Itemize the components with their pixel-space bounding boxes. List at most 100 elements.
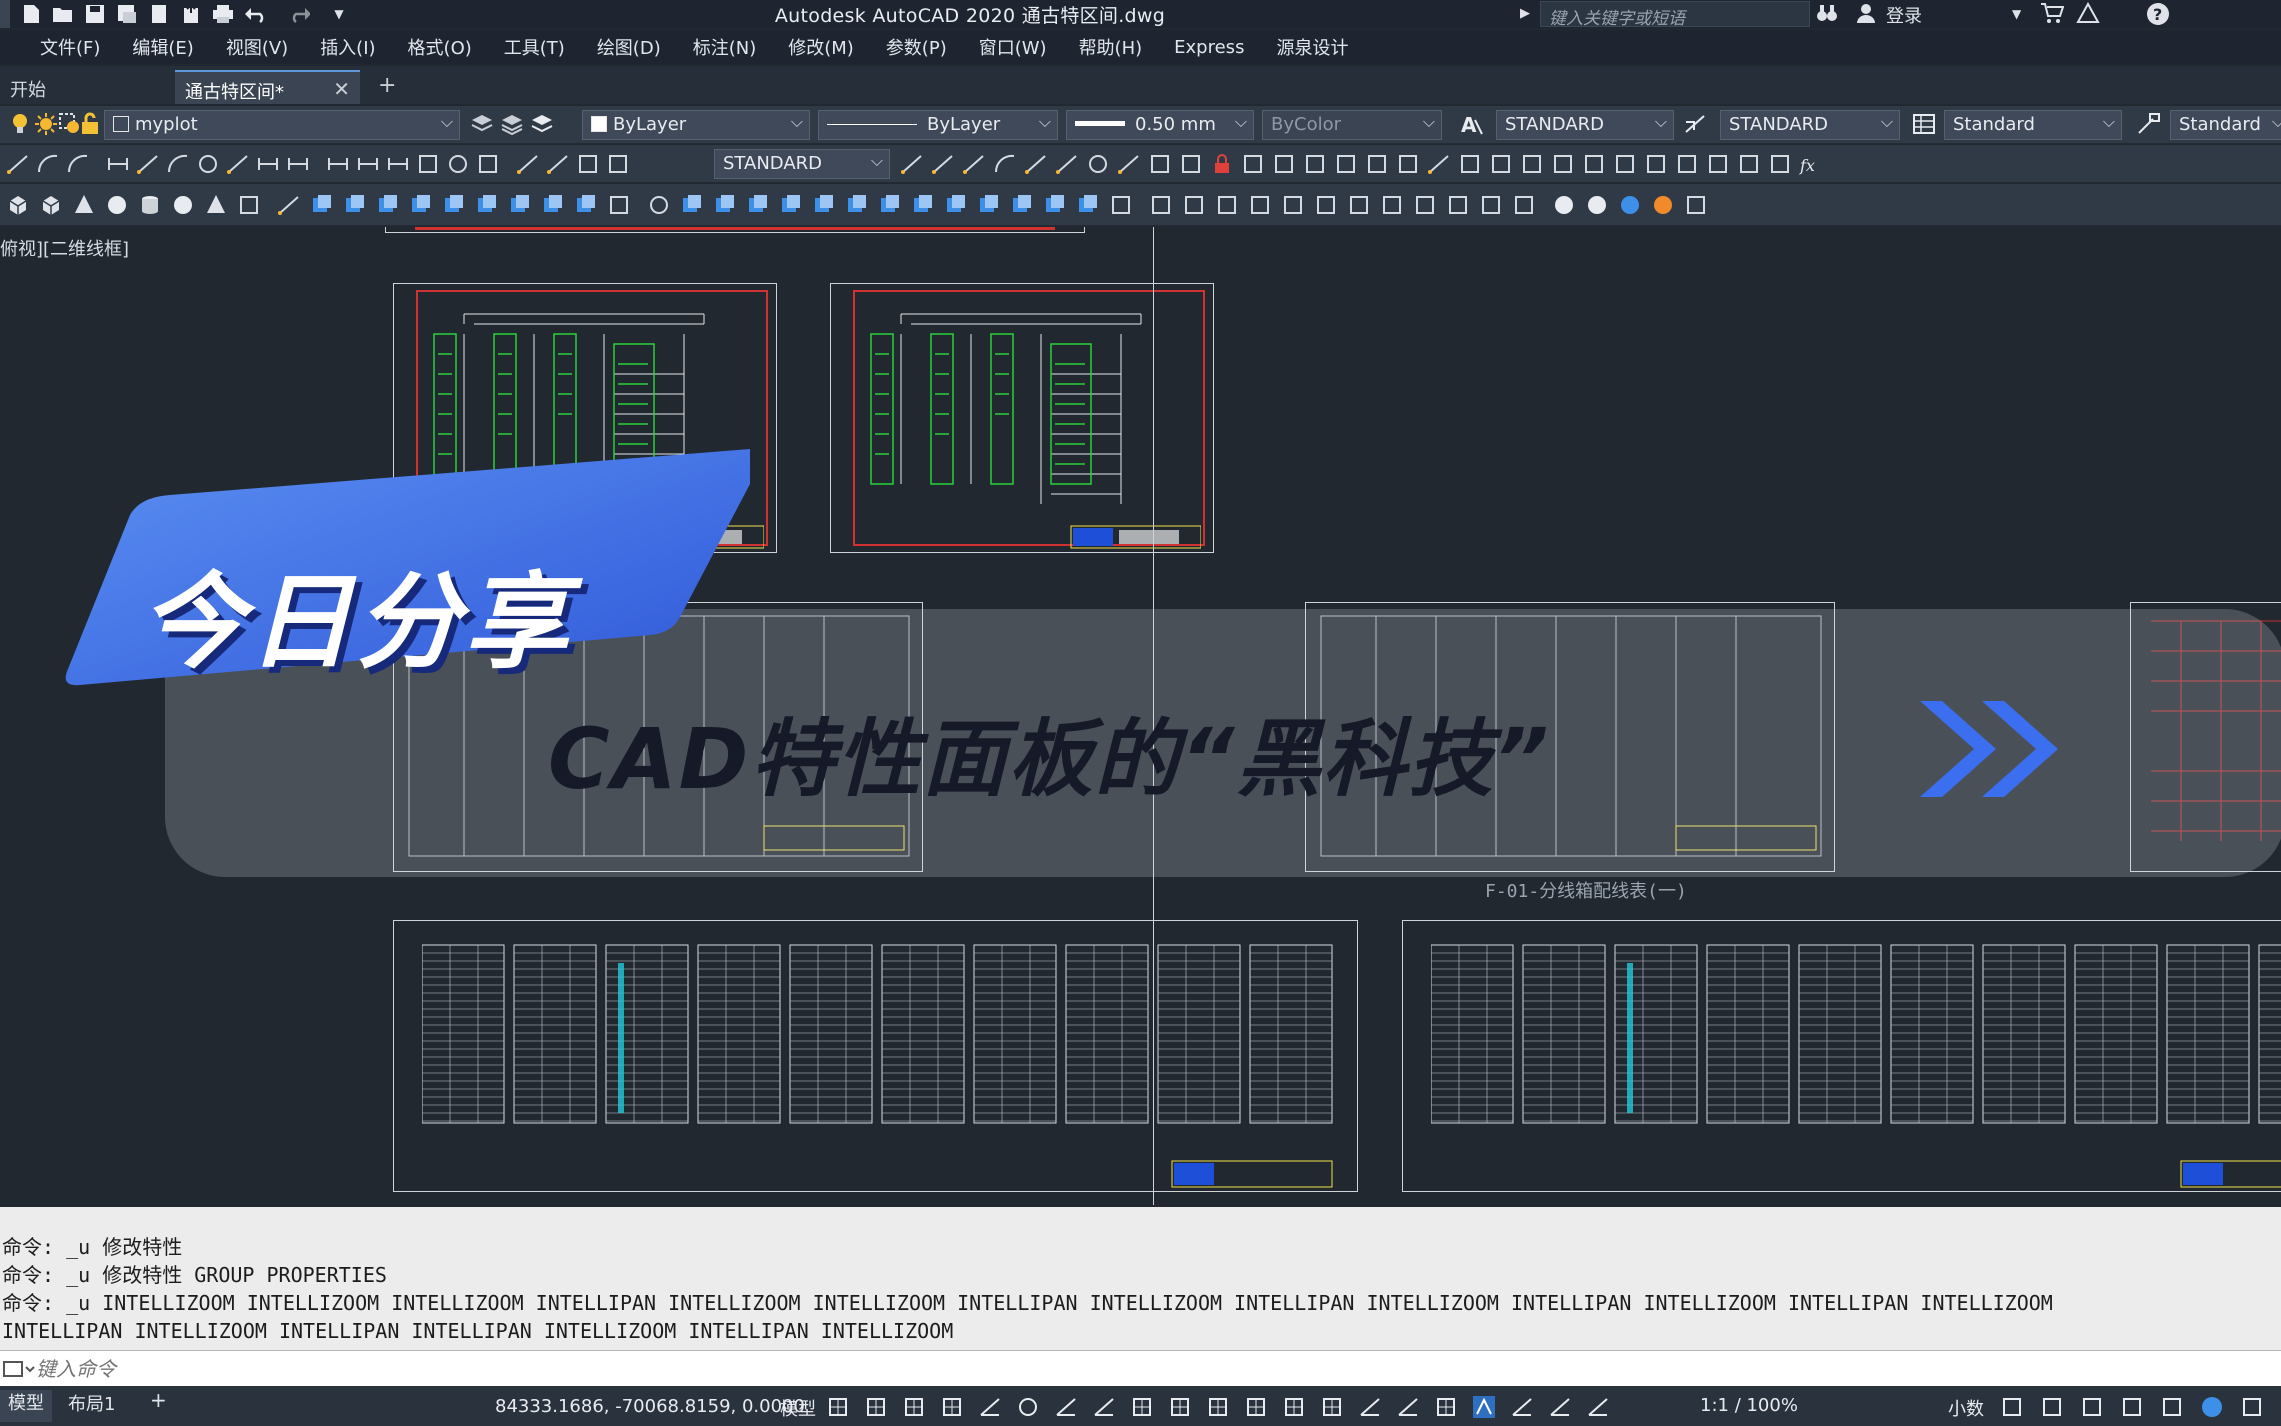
dimension-style-icon[interactable] — [1684, 112, 1708, 136]
menu-express[interactable]: Express — [1174, 37, 1244, 58]
help-icon[interactable]: ? — [2146, 2, 2170, 31]
quick-dimension-icon[interactable] — [256, 152, 280, 176]
parametric-tool-12-icon[interactable] — [1241, 152, 1265, 176]
modeling-tool-44-icon[interactable] — [1446, 193, 1470, 217]
diameter-icon[interactable] — [196, 152, 220, 176]
angular-icon[interactable] — [226, 152, 250, 176]
parametric-tool-5-icon[interactable] — [1024, 152, 1048, 176]
sun-freeze-icon[interactable] — [34, 112, 58, 136]
lock-icon[interactable] — [78, 112, 102, 136]
modeling-tool-46-icon[interactable] — [1512, 193, 1536, 217]
status-toggle-10-icon[interactable] — [1168, 1395, 1192, 1419]
modeling-tool-7-icon[interactable] — [204, 193, 228, 217]
status-toggle-5-icon[interactable] — [978, 1395, 1002, 1419]
parametric-tool-6-icon[interactable] — [1055, 152, 1079, 176]
status-right-7-icon[interactable] — [2240, 1395, 2264, 1419]
parametric-tool-21-icon[interactable] — [1520, 152, 1544, 176]
modeling-tool-36-icon[interactable] — [1182, 193, 1206, 217]
tab-start[interactable]: 开始 — [0, 70, 175, 104]
baseline-icon[interactable] — [286, 152, 310, 176]
modeling-tool-6-icon[interactable] — [171, 193, 195, 217]
status-toggle-11-icon[interactable] — [1206, 1395, 1230, 1419]
tab-current-drawing[interactable]: 通古特区间* ✕ — [175, 70, 360, 104]
status-toggle-2-icon[interactable] — [864, 1395, 888, 1419]
parametric-tool-30-icon[interactable]: fx — [1799, 152, 1823, 176]
layer-previous-icon[interactable] — [500, 112, 524, 136]
drawing-area[interactable]: 俯视][二维线框] F-01-分线箱配线表(一) 今日分享 CAD特性面板的“黑… — [0, 227, 2281, 1205]
modeling-tool-30-icon[interactable] — [977, 193, 1001, 217]
inspection-icon[interactable] — [476, 152, 500, 176]
modeling-tool-17-icon[interactable] — [541, 193, 565, 217]
login-button[interactable]: 登录 — [1886, 2, 1922, 28]
parametric-tool-17-icon[interactable] — [1396, 152, 1420, 176]
parametric-tool-3-icon[interactable] — [962, 152, 986, 176]
modeling-tool-25-icon[interactable] — [812, 193, 836, 217]
modeling-tool-48-icon[interactable] — [1585, 193, 1609, 217]
layer-states-icon[interactable] — [530, 112, 554, 136]
modeling-tool-20-icon[interactable] — [647, 193, 671, 217]
status-toggle-18-icon[interactable] — [1472, 1395, 1496, 1419]
modeling-tool-11-icon[interactable] — [343, 193, 367, 217]
search-expand-icon[interactable]: ▶ — [1520, 6, 1530, 21]
units-dropdown[interactable]: 小数 — [1948, 1395, 1984, 1421]
linetype-dropdown[interactable]: ByLayer — [818, 110, 1058, 140]
dimension-edit-icon[interactable] — [546, 152, 570, 176]
modeling-tool-31-icon[interactable] — [1010, 193, 1034, 217]
tolerance-icon[interactable] — [416, 152, 440, 176]
parametric-tool-10-icon[interactable] — [1179, 152, 1203, 176]
command-options-icon[interactable] — [2, 1357, 36, 1381]
modeling-tool-28-icon[interactable] — [911, 193, 935, 217]
status-toggle-8-icon[interactable] — [1092, 1395, 1116, 1419]
modeling-tool-29-icon[interactable] — [944, 193, 968, 217]
layer-dropdown[interactable]: myplot — [104, 110, 460, 140]
schematic-sheet-2[interactable] — [830, 283, 1214, 553]
make-current-layer-icon[interactable] — [470, 112, 494, 136]
status-toggle-15-icon[interactable] — [1358, 1395, 1382, 1419]
modeling-tool-15-icon[interactable] — [475, 193, 499, 217]
status-toggle-17-icon[interactable] — [1434, 1395, 1458, 1419]
table-style-dropdown[interactable]: Standard — [1944, 110, 2122, 140]
status-right-3-icon[interactable] — [2080, 1395, 2104, 1419]
jogged-linear-icon[interactable] — [516, 152, 540, 176]
text-style-icon[interactable]: A — [1460, 112, 1484, 136]
close-icon[interactable]: ✕ — [333, 77, 350, 101]
status-right-4-icon[interactable] — [2120, 1395, 2144, 1419]
dimension-update-icon[interactable] — [606, 152, 630, 176]
menu-help[interactable]: 帮助(H) — [1079, 34, 1143, 60]
status-toggle-16-icon[interactable] — [1396, 1395, 1420, 1419]
menu-parametric[interactable]: 参数(P) — [886, 34, 947, 60]
radius-icon[interactable] — [136, 152, 160, 176]
aligned-dimension-icon[interactable] — [36, 152, 60, 176]
modeling-tool-24-icon[interactable] — [779, 193, 803, 217]
modeling-tool-32-icon[interactable] — [1043, 193, 1067, 217]
modeling-tool-8-icon[interactable] — [237, 193, 261, 217]
parametric-tool-8-icon[interactable] — [1117, 152, 1141, 176]
status-toggle-14-icon[interactable] — [1320, 1395, 1344, 1419]
modeling-tool-42-icon[interactable] — [1380, 193, 1404, 217]
table-sheet-4[interactable] — [393, 920, 1358, 1192]
parametric-tool-2-icon[interactable] — [931, 152, 955, 176]
modeling-tool-16-icon[interactable] — [508, 193, 532, 217]
table-sheet-5[interactable] — [1402, 920, 2281, 1192]
dimension-break-icon[interactable] — [386, 152, 410, 176]
modeling-tool-3-icon[interactable] — [72, 193, 96, 217]
model-space-button[interactable]: 模型 — [780, 1395, 816, 1421]
layer-on-icon[interactable] — [8, 112, 32, 136]
modeling-tool-50-icon[interactable] — [1651, 193, 1675, 217]
modeling-tool-19-icon[interactable] — [607, 193, 631, 217]
binoculars-icon[interactable] — [1816, 2, 1838, 29]
continue-icon[interactable] — [326, 152, 350, 176]
cart-icon[interactable] — [2040, 2, 2065, 29]
modeling-tool-23-icon[interactable] — [746, 193, 770, 217]
modeling-tool-26-icon[interactable] — [845, 193, 869, 217]
modeling-tool-47-icon[interactable] — [1552, 193, 1576, 217]
parametric-tool-13-icon[interactable] — [1272, 152, 1296, 176]
dimension-style-dropdown-2[interactable]: STANDARD — [714, 149, 890, 179]
modeling-tool-34-icon[interactable] — [1109, 193, 1133, 217]
ordinate-icon[interactable] — [106, 152, 130, 176]
annotation-scale[interactable]: 1:1 / 100% — [1700, 1395, 1798, 1416]
new-tab-button[interactable]: + — [378, 73, 396, 104]
command-input[interactable] — [36, 1356, 936, 1381]
layout1-tab[interactable]: 布局1 — [68, 1390, 115, 1416]
status-toggle-9-icon[interactable] — [1130, 1395, 1154, 1419]
